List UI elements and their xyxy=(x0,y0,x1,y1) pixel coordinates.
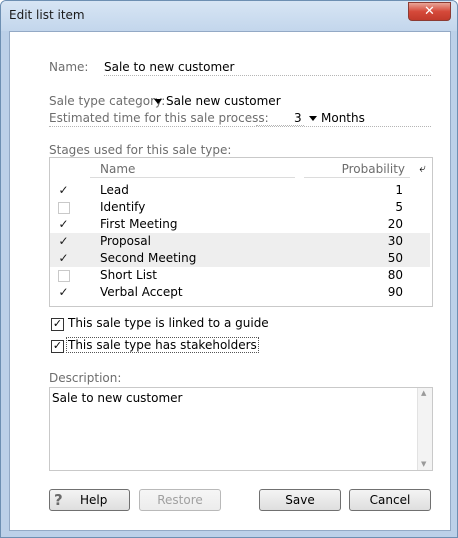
sale-type-category-dropdown[interactable]: Sale new customer xyxy=(154,94,281,108)
column-chooser-icon[interactable]: ⤶ xyxy=(419,161,426,176)
restore-button[interactable]: Restore xyxy=(139,489,221,511)
close-button[interactable]: ✕ xyxy=(408,2,451,21)
title-bar: Edit list item ✕ xyxy=(1,1,457,31)
dialog-body: Name: Sale to new customer Sale type cat… xyxy=(9,31,451,531)
cancel-button[interactable]: Cancel xyxy=(349,489,431,511)
stage-name: Second Meeting xyxy=(100,251,197,265)
scroll-down-icon[interactable]: ▼ xyxy=(421,460,426,468)
column-header-probability[interactable]: Probability xyxy=(342,162,405,176)
checkmark-icon: ✓ xyxy=(58,183,69,197)
edit-list-item-dialog: Edit list item ✕ Name: Sale to new custo… xyxy=(0,0,458,538)
checkmark-icon: ✓ xyxy=(58,234,69,248)
description-text: Sale to new customer xyxy=(52,391,183,405)
table-row[interactable]: ✓ Lead 1 xyxy=(50,182,430,199)
stage-checkbox[interactable] xyxy=(58,270,70,282)
header-divider xyxy=(90,177,295,178)
linked-to-guide-checkbox[interactable]: ✓ xyxy=(51,318,64,331)
stage-name: Verbal Accept xyxy=(100,285,183,299)
stage-probability: 30 xyxy=(387,234,403,248)
table-row[interactable]: ✓ Proposal 30 xyxy=(50,233,430,250)
section-divider xyxy=(49,126,431,127)
stage-checkbox[interactable] xyxy=(58,202,70,214)
stage-probability: 80 xyxy=(387,268,403,282)
stages-table: Name Probability ⤶ ✓ Lead 1 Identify 5 ✓ First… xyxy=(49,157,433,307)
table-row[interactable]: ✓ Second Meeting 50 xyxy=(50,250,430,267)
table-row[interactable]: Identify 5 xyxy=(50,199,430,216)
question-mark-icon: ? xyxy=(54,491,63,509)
save-button[interactable]: Save xyxy=(259,489,341,511)
stage-checkbox[interactable]: ✓ xyxy=(57,286,70,299)
help-button[interactable]: ? Help xyxy=(49,489,130,511)
sale-type-category-label: Sale type category: xyxy=(49,94,166,108)
name-label: Name: xyxy=(49,60,89,74)
checkmark-icon: ✓ xyxy=(52,339,63,352)
stage-checkbox[interactable]: ✓ xyxy=(57,184,70,197)
table-row[interactable]: ✓ Verbal Accept 90 xyxy=(50,284,430,301)
help-button-label: Help xyxy=(80,493,108,507)
table-row[interactable]: ✓ First Meeting 20 xyxy=(50,216,430,233)
sale-type-category-value: Sale new customer xyxy=(166,94,281,108)
close-icon: ✕ xyxy=(424,4,435,19)
estimated-time-amount[interactable]: 3 xyxy=(294,111,302,125)
column-header-name[interactable]: Name xyxy=(100,162,135,176)
stage-checkbox[interactable]: ✓ xyxy=(57,252,70,265)
stage-probability: 50 xyxy=(387,251,403,265)
stage-name: Lead xyxy=(100,183,129,197)
name-field[interactable]: Sale to new customer xyxy=(104,60,235,74)
stages-table-header: Name Probability ⤶ xyxy=(50,158,432,180)
cancel-button-label: Cancel xyxy=(369,493,411,507)
checkmark-icon: ✓ xyxy=(58,285,69,299)
description-scrollbar[interactable]: ▲ ▼ xyxy=(417,388,432,470)
estimated-time-label: Estimated time for this sale process: xyxy=(49,111,269,125)
description-label: Description: xyxy=(49,371,122,385)
stage-probability: 90 xyxy=(387,285,403,299)
has-stakeholders-label[interactable]: This sale type has stakeholders xyxy=(66,337,259,353)
chevron-down-icon xyxy=(154,99,162,104)
stages-label: Stages used for this sale type: xyxy=(49,143,232,157)
estimated-time-unit: Months xyxy=(321,111,365,125)
stage-probability: 5 xyxy=(395,200,403,214)
linked-to-guide-label[interactable]: This sale type is linked to a guide xyxy=(68,316,269,330)
estimated-time-unit-dropdown[interactable]: Months xyxy=(309,111,365,125)
stage-probability: 1 xyxy=(395,183,403,197)
description-textarea[interactable]: Sale to new customer ▲ ▼ xyxy=(49,387,433,471)
stage-probability: 20 xyxy=(387,217,403,231)
has-stakeholders-checkbox[interactable]: ✓ xyxy=(51,340,64,353)
stage-name: Identify xyxy=(100,200,146,214)
stage-checkbox[interactable]: ✓ xyxy=(57,235,70,248)
save-button-label: Save xyxy=(285,493,315,507)
checkmark-icon: ✓ xyxy=(58,251,69,265)
restore-button-label: Restore xyxy=(157,493,203,507)
name-underline xyxy=(104,75,431,76)
stage-checkbox[interactable]: ✓ xyxy=(57,218,70,231)
chevron-down-icon xyxy=(309,116,317,121)
stage-name: Proposal xyxy=(100,234,151,248)
stage-name: First Meeting xyxy=(100,217,178,231)
dialog-title: Edit list item xyxy=(9,8,85,22)
table-row[interactable]: Short List 80 xyxy=(50,267,430,284)
header-divider xyxy=(304,177,410,178)
checkmark-icon: ✓ xyxy=(52,317,63,330)
checkmark-icon: ✓ xyxy=(58,217,69,231)
stage-name: Short List xyxy=(100,268,157,282)
scroll-up-icon[interactable]: ▲ xyxy=(421,389,426,397)
